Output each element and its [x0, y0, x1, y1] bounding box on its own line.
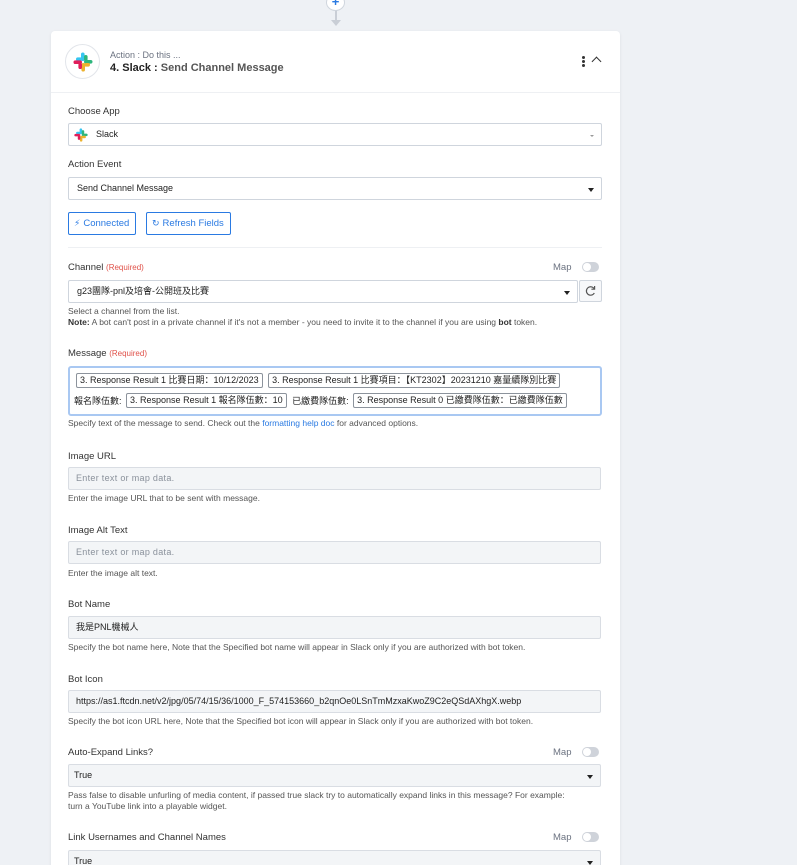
channel-help: Select a channel from the list. Note: A … [68, 306, 602, 328]
message-help: Specify text of the message to send. Che… [68, 418, 602, 429]
required-marker: (Required) [106, 263, 144, 272]
message-row-1: 3. Response Result 1 比賽日期：10/12/2023 3. … [76, 373, 563, 388]
flow-arrow [331, 20, 341, 26]
bot-icon-label: Bot Icon [68, 674, 103, 685]
dropdown-caret-icon [588, 188, 594, 192]
dropdown-caret-icon [587, 861, 593, 865]
choose-app-value: Slack [96, 129, 119, 139]
slack-icon [73, 52, 93, 72]
connected-button[interactable]: ⚡ Connected [68, 212, 137, 235]
section-divider [68, 247, 602, 248]
step-subtitle: Action : Do this ... [110, 50, 181, 60]
message-row-2: 報名隊伍數: 3. Response Result 1 報名隊伍數：10 已繳費… [74, 393, 570, 408]
action-event-select[interactable]: Send Channel Message [68, 177, 602, 200]
connected-label: Connected [83, 218, 130, 229]
link-usernames-select[interactable]: True [68, 850, 601, 865]
step-number: 4. Slack : [110, 62, 158, 74]
note-bot: bot [498, 317, 512, 327]
mapped-field-pill[interactable]: 3. Response Result 1 比賽項目：【KT2302】202312… [268, 373, 561, 388]
channel-refresh-button[interactable] [579, 280, 602, 302]
dropdown-caret-icon [564, 291, 570, 295]
message-label: Message (Required) [68, 348, 147, 359]
message-help-b: for advanced options. [334, 418, 419, 428]
action-event-label: Action Event [68, 159, 122, 170]
image-alt-help: Enter the image alt text. [68, 568, 158, 578]
formatting-help-link[interactable]: formatting help doc [262, 418, 334, 428]
dropdown-caret-icon [587, 775, 593, 779]
image-alt-label: Image Alt Text [68, 525, 128, 536]
refresh-fields-label: Refresh Fields [162, 218, 224, 229]
bot-name-input[interactable]: 我是PNL機械人 [68, 616, 601, 639]
note-text-c: token. [511, 317, 538, 327]
note-text-a: A bot can't post in a private channel if… [89, 317, 499, 327]
auto-expand-help-line1: Pass false to disable unfurling of media… [68, 790, 565, 800]
bot-icon-input[interactable]: https://as1.ftcdn.net/v2/jpg/05/74/15/36… [68, 690, 601, 713]
auto-expand-help: Pass false to disable unfurling of media… [68, 790, 602, 812]
choose-app-label: Choose App [68, 106, 120, 117]
refresh-fields-button[interactable]: ↻ Refresh Fields [146, 212, 231, 235]
image-url-label: Image URL [68, 451, 117, 462]
slack-icon [74, 128, 88, 142]
channel-help-line2: Note: A bot can't post in a private chan… [68, 317, 602, 328]
step-title: 4. Slack : Send Channel Message [110, 62, 284, 74]
chevron-up-icon[interactable] [591, 56, 602, 67]
message-label-text: Message [68, 348, 107, 359]
auto-expand-help-line2: turn a YouTube link into a playable widg… [68, 801, 227, 811]
slack-logo [65, 44, 100, 79]
link-usernames-label: Link Usernames and Channel Names [68, 832, 226, 843]
choose-app-select[interactable]: Slack [68, 123, 602, 146]
refresh-icon [585, 286, 596, 296]
link-usernames-value: True [74, 856, 93, 865]
link-usernames-map-toggle[interactable] [582, 832, 599, 842]
add-step-button[interactable]: + [326, 0, 345, 11]
auto-expand-select[interactable]: True [68, 764, 601, 787]
link-usernames-map-label: Map [553, 832, 572, 843]
message-text: 已繳費隊伍數: [292, 396, 349, 406]
image-url-help: Enter the image URL that to be sent with… [68, 493, 260, 503]
refresh-icon: ↻ [152, 218, 160, 228]
message-help-a: Specify text of the message to send. Che… [68, 418, 263, 428]
image-url-input[interactable]: Enter text or map data. [68, 467, 601, 490]
step-action: Send Channel Message [160, 62, 284, 74]
required-marker: (Required) [109, 349, 147, 358]
dropdown-caret-icon [590, 135, 594, 137]
channel-select[interactable]: g23團隊-pnl及培會-公開班及比賽 [68, 280, 578, 303]
note-label: Note: [68, 317, 90, 327]
auto-expand-map-toggle[interactable] [582, 747, 599, 757]
action-step-card: Action : Do this ... 4. Slack : Send Cha… [51, 31, 620, 865]
auto-expand-map-label: Map [553, 747, 572, 758]
auto-expand-label: Auto-Expand Links? [68, 747, 154, 758]
action-event-value: Send Channel Message [77, 183, 174, 193]
message-text: 報名隊伍數: [74, 396, 122, 406]
channel-map-toggle[interactable] [582, 262, 599, 272]
image-alt-input[interactable]: Enter text or map data. [68, 541, 601, 564]
channel-label-text: Channel [68, 262, 104, 273]
channel-label: Channel (Required) [68, 262, 144, 273]
bot-name-label: Bot Name [68, 599, 111, 610]
message-input[interactable]: 3. Response Result 1 比賽日期：10/12/2023 3. … [68, 366, 602, 416]
bot-name-help: Specify the bot name here, Note that the… [68, 642, 526, 652]
card-header[interactable]: Action : Do this ... 4. Slack : Send Cha… [51, 31, 620, 93]
channel-map-label: Map [553, 262, 572, 273]
channel-help-line1: Select a channel from the list. [68, 306, 180, 316]
mapped-field-pill[interactable]: 3. Response Result 1 比賽日期：10/12/2023 [76, 373, 263, 388]
more-options-icon[interactable] [579, 55, 587, 69]
auto-expand-value: True [74, 770, 93, 780]
plug-icon: ⚡ [74, 218, 81, 228]
channel-value: g23團隊-pnl及培會-公開班及比賽 [77, 286, 210, 296]
mapped-field-pill[interactable]: 3. Response Result 0 已繳費隊伍數：已繳費隊伍數 [353, 393, 567, 408]
mapped-field-pill[interactable]: 3. Response Result 1 報名隊伍數：10 [126, 393, 287, 408]
bot-icon-help: Specify the bot icon URL here, Note that… [68, 716, 534, 726]
